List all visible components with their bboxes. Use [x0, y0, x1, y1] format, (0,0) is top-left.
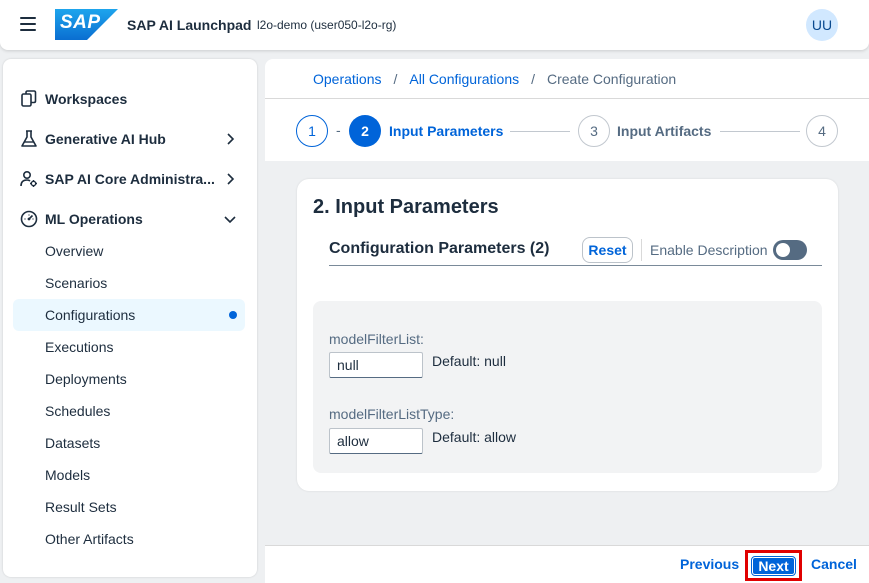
wizard-step-dash: - [336, 122, 341, 138]
chevron-down-icon [224, 216, 236, 224]
sidebar-item-label: Workspaces [45, 91, 128, 107]
sidebar-subitem-executions[interactable]: Executions [13, 331, 245, 363]
wizard-progress: 1 - 2 Input Parameters 3 Input Artifacts… [265, 99, 869, 161]
sidebar-item-workspaces[interactable]: Workspaces [13, 83, 245, 115]
wizard-footer: Previous Next Cancel [265, 545, 869, 583]
breadcrumb-separator: / [393, 71, 398, 87]
sidebar-subitem-result-sets[interactable]: Result Sets [13, 491, 245, 523]
sidebar-subitem-deployments[interactable]: Deployments [13, 363, 245, 395]
sidebar-subitem-label: Result Sets [45, 499, 117, 515]
reset-button[interactable]: Reset [582, 237, 633, 263]
sap-logo-text: SAP [60, 12, 101, 33]
chevron-right-icon [227, 133, 235, 145]
sidebar-subitem-label: Configurations [45, 307, 136, 323]
sidebar-item-label: Generative AI Hub [45, 131, 166, 147]
model-filter-list-input[interactable] [329, 352, 423, 378]
main-content: Operations / All Configurations / Create… [265, 59, 869, 583]
sidebar-item-generative-ai-hub[interactable]: Generative AI Hub [13, 123, 245, 155]
breadcrumb: Operations / All Configurations / Create… [313, 71, 676, 87]
shell-bar: SAP SAP AI Launchpad l2o-demo (user050-l… [0, 0, 869, 50]
sidebar-subitem-scenarios[interactable]: Scenarios [13, 267, 245, 299]
param-label-model-filter-list-type: modelFilterListType: [329, 406, 455, 422]
sidebar-subitem-label: Executions [45, 339, 114, 355]
switch-knob [776, 243, 790, 257]
section-divider [329, 265, 822, 266]
next-button-highlight: Next [745, 550, 802, 581]
sidebar-subitem-label: Datasets [45, 435, 101, 451]
sidebar-subitem-overview[interactable]: Overview [13, 235, 245, 267]
param-default-model-filter-list: Default: null [432, 353, 506, 369]
side-navigation: Workspaces Generative AI Hub SAP AI Core… [3, 59, 257, 577]
input-parameters-card: 2. Input Parameters Configuration Parame… [297, 179, 838, 491]
model-filter-list-type-input[interactable] [329, 428, 423, 454]
sidebar-subitem-label: Deployments [45, 371, 127, 387]
person-gear-icon [19, 169, 39, 189]
toolbar-separator [641, 239, 642, 261]
sidebar-subitem-label: Schedules [45, 403, 111, 419]
next-button[interactable]: Next [751, 556, 796, 576]
sidebar-item-ml-operations[interactable]: ML Operations [13, 203, 245, 235]
cancel-button[interactable]: Cancel [811, 556, 857, 572]
configuration-parameters-title: Configuration Parameters (2) [329, 240, 550, 257]
sidebar-item-label: ML Operations [45, 211, 143, 227]
wizard-connector [510, 131, 570, 132]
enable-description-switch[interactable] [773, 240, 807, 260]
selected-indicator-dot [229, 311, 237, 319]
wizard-step-1[interactable]: 1 [296, 115, 328, 147]
dashboard-gauge-icon [19, 209, 39, 229]
breadcrumb-link-operations[interactable]: Operations [313, 71, 381, 87]
sidebar-subitem-label: Scenarios [45, 275, 108, 291]
avatar[interactable]: UU [806, 9, 838, 41]
chevron-right-icon [227, 173, 235, 185]
resource-group-label[interactable]: l2o-demo (user050-l2o-rg) [257, 18, 396, 32]
sidebar-subitem-other-artifacts[interactable]: Other Artifacts [13, 523, 245, 555]
wizard-step-2[interactable]: 2 [349, 115, 381, 147]
sidebar-subitem-configurations[interactable]: Configurations [13, 299, 245, 331]
wizard-step-3[interactable]: 3 [578, 115, 610, 147]
breadcrumb-separator: / [531, 71, 535, 87]
param-label-model-filter-list: modelFilterList: [329, 331, 424, 347]
wizard-step-4[interactable]: 4 [806, 115, 838, 147]
wizard-step-2-label[interactable]: Input Parameters [389, 123, 503, 139]
sidebar-subitem-label: Other Artifacts [45, 531, 134, 547]
wizard-connector [720, 131, 800, 132]
param-default-model-filter-list-type: Default: allow [432, 429, 517, 445]
sidebar-subitem-label: Models [45, 467, 91, 483]
sidebar-subitem-schedules[interactable]: Schedules [13, 395, 245, 427]
menu-icon[interactable] [20, 17, 36, 31]
wizard-step-3-label[interactable]: Input Artifacts [617, 123, 711, 139]
sidebar-item-label: SAP AI Core Administra... [45, 171, 215, 187]
enable-description-label: Enable Description [650, 242, 768, 258]
workspaces-icon [19, 89, 39, 109]
sidebar-subitem-datasets[interactable]: Datasets [13, 427, 245, 459]
breadcrumb-link-all-configurations[interactable]: All Configurations [409, 71, 519, 87]
sidebar-subitem-models[interactable]: Models [13, 459, 245, 491]
breadcrumb-current: Create Configuration [547, 71, 677, 87]
previous-button[interactable]: Previous [680, 556, 739, 572]
sidebar-subitem-label: Overview [45, 243, 104, 259]
page-header: Operations / All Configurations / Create… [265, 59, 869, 161]
parameters-panel: modelFilterList: Default: null modelFilt… [313, 301, 822, 473]
sidebar-item-sap-ai-core-administration[interactable]: SAP AI Core Administra... [13, 163, 245, 195]
flask-icon [19, 129, 39, 149]
app-title: SAP AI Launchpad [127, 17, 252, 33]
step-title: 2. Input Parameters [313, 196, 499, 218]
